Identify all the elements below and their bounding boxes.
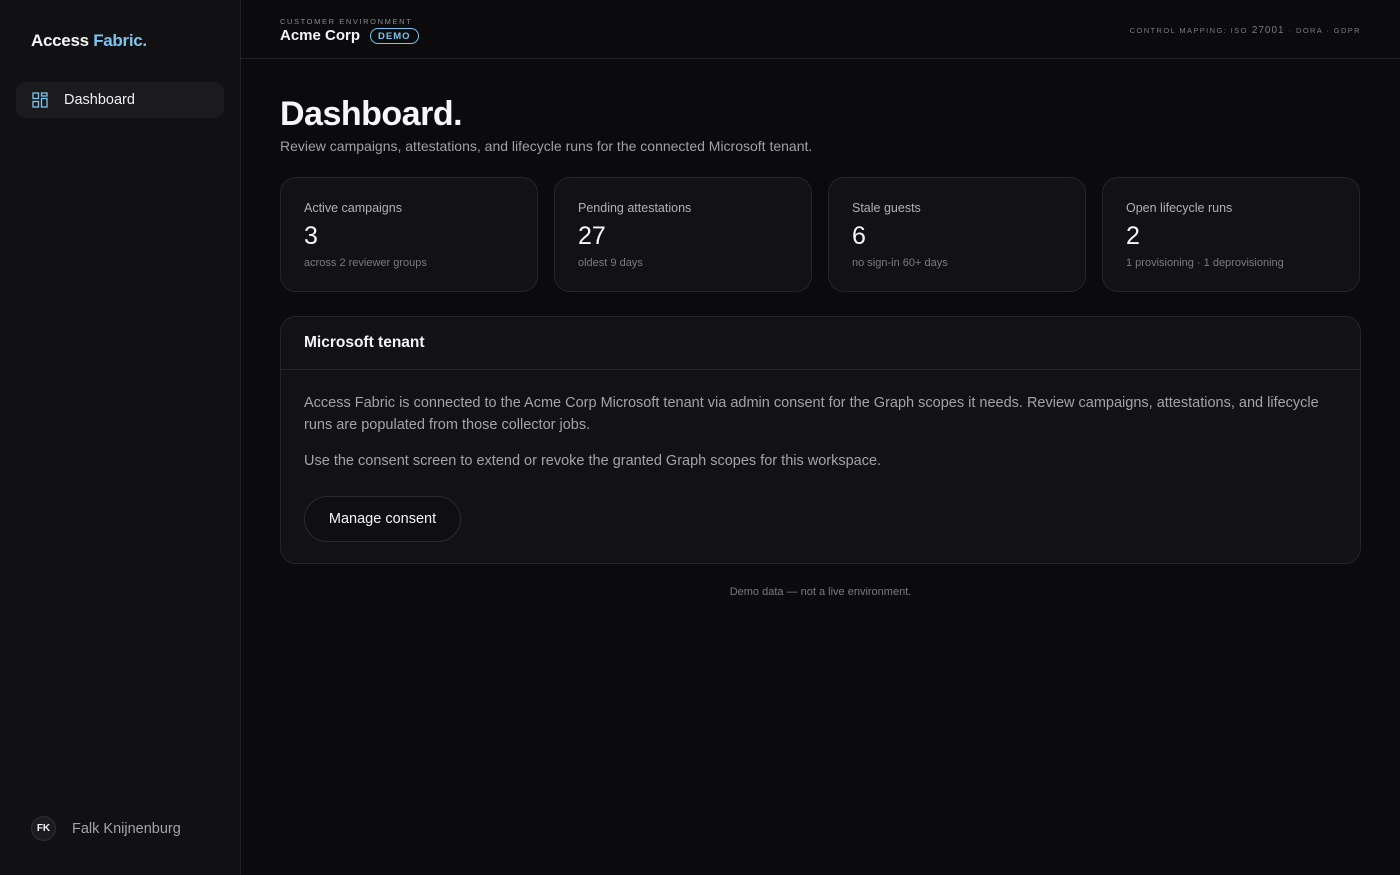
stats-row: Active campaigns 3 across 2 reviewer gro… bbox=[280, 177, 1361, 292]
tenant-panel: Microsoft tenant Access Fabric is connec… bbox=[280, 316, 1361, 564]
dashboard-grid-icon bbox=[32, 92, 48, 108]
sidebar-item-label: Dashboard bbox=[64, 92, 135, 108]
stat-value: 2 bbox=[1126, 222, 1140, 250]
manage-consent-button[interactable]: Manage consent bbox=[304, 496, 461, 542]
stat-value: 3 bbox=[304, 222, 318, 250]
stat-card-active-campaigns: Active campaigns 3 across 2 reviewer gro… bbox=[280, 177, 538, 292]
sidebar: Access Fabric. Dashboard FK Falk Knijnen… bbox=[0, 0, 241, 875]
stat-card-pending-attestations: Pending attestations 27 oldest 9 days bbox=[554, 177, 812, 292]
demo-badge: DEMO bbox=[370, 28, 419, 44]
environment-row: Acme Corp DEMO bbox=[280, 26, 419, 44]
stat-value: 6 bbox=[852, 222, 866, 250]
stat-value: 27 bbox=[578, 222, 606, 250]
sidebar-item-dashboard[interactable]: Dashboard bbox=[16, 82, 224, 118]
main-area: CUSTOMER ENVIRONMENT Acme Corp DEMO CONT… bbox=[241, 0, 1400, 875]
panel-paragraph: Access Fabric is connected to the Acme C… bbox=[304, 395, 1319, 433]
panel-body: Access Fabric is connected to the Acme C… bbox=[281, 370, 1360, 542]
app-root: Access Fabric. Dashboard FK Falk Knijnen… bbox=[0, 0, 1400, 875]
brand-accent: Fabric. bbox=[93, 31, 147, 50]
control-mapping: CONTROL MAPPING: ISO 27001 · DORA · GDPR bbox=[1130, 25, 1361, 36]
stat-label: Stale guests bbox=[852, 201, 921, 215]
brand-name: Access bbox=[31, 31, 89, 50]
stat-note: oldest 9 days bbox=[578, 257, 643, 269]
dashboard-content: Dashboard. Review campaigns, attestation… bbox=[280, 95, 1361, 598]
stat-card-stale-guests: Stale guests 6 no sign-in 60+ days bbox=[828, 177, 1086, 292]
page-title: Dashboard. bbox=[280, 95, 463, 133]
control-mapping-iso: 27001 bbox=[1251, 25, 1285, 36]
environment-name: Acme Corp bbox=[280, 26, 361, 44]
control-mapping-suffix: · DORA · GDPR bbox=[1288, 26, 1361, 35]
stat-card-open-lifecycle-runs: Open lifecycle runs 2 1 provisioning · 1… bbox=[1102, 177, 1360, 292]
page-subtitle: Review campaigns, attestations, and life… bbox=[280, 138, 813, 154]
stat-label: Active campaigns bbox=[304, 201, 402, 215]
panel-header: Microsoft tenant bbox=[281, 317, 1360, 370]
control-mapping-prefix: CONTROL MAPPING: ISO bbox=[1129, 26, 1248, 35]
top-bar: CUSTOMER ENVIRONMENT Acme Corp DEMO CONT… bbox=[241, 0, 1400, 59]
brand-logo[interactable]: Access Fabric. bbox=[31, 31, 147, 51]
avatar: FK bbox=[31, 816, 56, 841]
stat-note: 1 provisioning · 1 deprovisioning bbox=[1126, 257, 1284, 269]
stat-note: no sign-in 60+ days bbox=[852, 257, 948, 269]
panel-paragraph: Use the consent screen to extend or revo… bbox=[304, 453, 882, 469]
stat-note: across 2 reviewer groups bbox=[304, 257, 427, 269]
user-profile[interactable]: FK Falk Knijnenburg bbox=[31, 816, 181, 841]
panel-title: Microsoft tenant bbox=[304, 334, 425, 351]
environment-label: CUSTOMER ENVIRONMENT bbox=[280, 17, 413, 26]
demo-data-note: Demo data — not a live environment. bbox=[729, 586, 912, 598]
user-name: Falk Knijnenburg bbox=[72, 820, 181, 837]
stat-label: Pending attestations bbox=[578, 201, 692, 215]
stat-label: Open lifecycle runs bbox=[1126, 201, 1233, 215]
